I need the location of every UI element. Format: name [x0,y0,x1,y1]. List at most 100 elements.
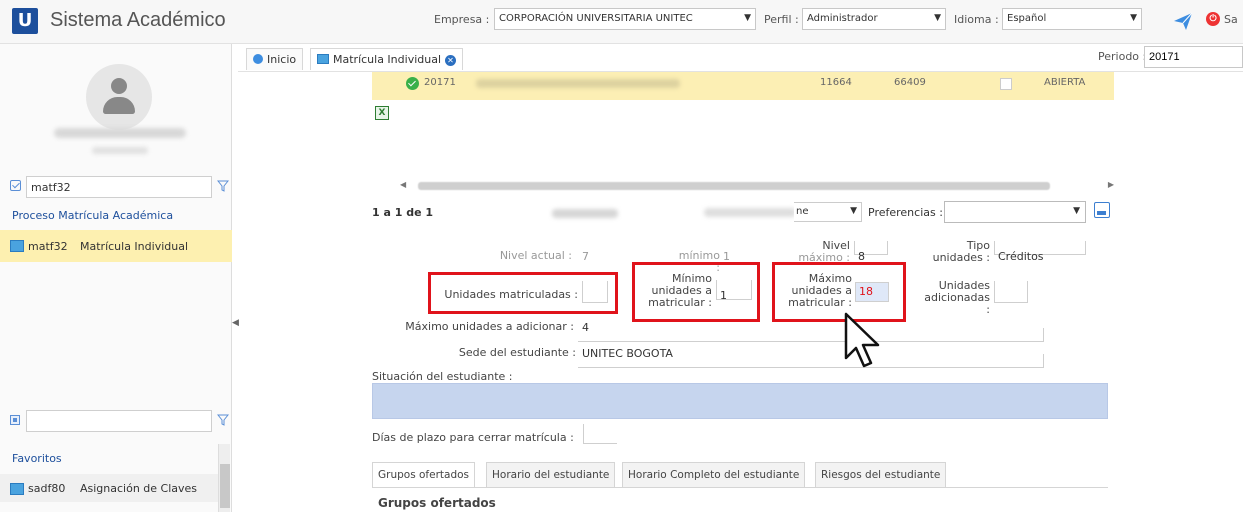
annotation-frame-unidades-matriculadas [428,272,618,314]
tab-matricula-individual[interactable]: Matrícula Individual ✕ [310,48,464,70]
favorite-item-sadf80[interactable]: sadf80 Asignación de Claves [0,474,218,502]
perfil-value: Administrador [807,13,878,24]
sidebar-item-matricula-individual[interactable]: matf32 Matrícula Individual [0,230,232,262]
favorites-title: Favoritos [12,452,62,465]
tipo-unidades-value: Créditos [998,250,1044,263]
situacion-label: Situación del estudiante : [372,370,513,383]
unidades-adicionadas-field[interactable] [994,281,1028,303]
blurred-user-name [54,128,186,138]
idioma-select[interactable]: Español ▼ [1002,8,1142,30]
filter-icon[interactable] [217,414,229,426]
row-col-a: 11664 [820,77,852,88]
tab-inicio[interactable]: Inicio [246,48,304,70]
unidades-adicionadas-label: Unidades adicionadas : [920,280,990,316]
close-icon[interactable]: ✕ [445,55,457,66]
chevron-down-icon: ▼ [850,206,857,216]
app-title: Sistema Académico [50,9,226,31]
program-icon [317,54,329,64]
chevron-down-icon: ▼ [934,13,941,23]
save-icon[interactable] [1094,202,1110,218]
maximo-adicionar-field[interactable] [578,328,1044,342]
grid-horizontal-scrollbar[interactable]: ◀ ▶ [400,180,1114,192]
preferences-select[interactable]: ▼ [944,201,1086,223]
favorite-code: sadf80 [28,482,66,495]
empresa-label: Empresa : [434,13,490,26]
situacion-textarea[interactable] [372,383,1108,419]
tabs-divider [372,487,1108,488]
chevron-down-icon: ▼ [744,13,751,23]
dias-plazo-label: Días de plazo para cerrar matrícula : [372,431,574,444]
sidebar-search [6,176,229,198]
nivel-actual-label: Nivel actual : [499,249,572,262]
adicionadas-label-line2: adicionadas : [924,291,990,316]
tab-label: Inicio [267,53,297,66]
tab-grupos-ofertados[interactable]: Grupos ofertados [372,462,476,488]
process-title: Proceso Matrícula Académica [12,209,174,222]
tab-horario-estudiante[interactable]: Horario del estudiante [486,462,616,488]
preferences-label: Preferencias : [868,206,943,219]
nivel-maximo-label: Nivel máximo : [794,240,850,264]
process-name: Matrícula Individual [80,240,189,253]
sidebar-search-input[interactable] [26,176,212,198]
user-avatar-icon [86,64,152,130]
tab-label: Matrícula Individual [333,53,442,66]
periodo-label: Periodo : [1098,50,1147,63]
blurred-student-name [476,79,680,88]
sede-label: Sede del estudiante : [458,346,576,359]
avatar-head [111,78,127,94]
send-icon[interactable] [1172,10,1194,32]
top-bar: U Sistema Académico Empresa : CORPORACIÓ… [0,0,1243,44]
annotation-frame-minimo [632,262,760,322]
tipo-label-line2: unidades : [932,251,990,264]
row-col-b: 66409 [894,77,926,88]
periodo-input[interactable] [1144,46,1243,68]
dias-plazo-field[interactable] [583,424,617,444]
pager-select-value: ne [796,206,809,217]
tipo-unidades-label: Tipo unidades : [924,240,990,264]
blurred-pager-text [552,209,618,218]
scrollbar-thumb[interactable] [220,464,230,508]
home-icon [253,54,263,64]
perfil-select[interactable]: Administrador ▼ [802,8,946,30]
process-code: matf32 [28,240,68,253]
blurred-pager-text [704,208,796,217]
avatar-body [103,97,135,114]
filter-icon[interactable] [217,180,229,192]
scrollbar-thumb[interactable] [418,182,1050,190]
tab-horario-completo[interactable]: Horario Completo del estudiante [622,462,806,488]
empresa-select[interactable]: CORPORACIÓN UNIVERSITARIA UNITEC ▼ [494,8,756,30]
check-circle-icon [406,77,419,90]
row-status: ABIERTA [1044,77,1086,88]
tab-bar: Inicio Matrícula Individual ✕ [238,44,1243,72]
favorite-name: Asignación de Claves [80,482,198,495]
favorites-scrollbar[interactable] [218,444,230,512]
perfil-label: Perfil : [764,13,799,26]
idioma-label: Idioma : [954,13,999,26]
salir-label[interactable]: Sa [1224,13,1238,26]
unitec-logo-icon: U [12,8,38,34]
cursor-icon [844,312,880,368]
empresa-value: CORPORACIÓN UNIVERSITARIA UNITEC [499,13,693,24]
sidebar-collapse-handle[interactable]: ◀ [232,318,239,332]
favorites-icon [10,415,20,425]
favorites-search-input[interactable] [26,410,212,432]
favorites-search [6,410,229,432]
excel-icon[interactable]: X [375,106,389,120]
program-icon [10,240,24,252]
nivel-actual-value: 7 [582,250,589,263]
maximo-adicionar-label: Máximo unidades a adicionar : [405,320,574,333]
sede-field[interactable] [578,354,1044,368]
table-row[interactable]: 20171 11664 66409 ABIERTA [372,72,1114,100]
pager-select[interactable]: ne ▼ [794,202,862,222]
scroll-left-icon[interactable]: ◀ [400,180,406,189]
program-icon [10,483,24,495]
scroll-right-icon[interactable]: ▶ [1108,180,1114,189]
blurred-user-role [92,147,148,154]
power-icon[interactable]: ⏻ [1206,12,1220,26]
sidebar: Proceso Matrícula Académica matf32 Matrí… [0,44,232,512]
row-checkbox[interactable] [1000,78,1012,90]
tab-riesgos-estudiante[interactable]: Riesgos del estudiante [815,462,947,488]
row-period: 20171 [424,77,456,88]
chevron-down-icon: ▼ [1130,13,1137,23]
checkbox-icon[interactable] [10,180,21,191]
